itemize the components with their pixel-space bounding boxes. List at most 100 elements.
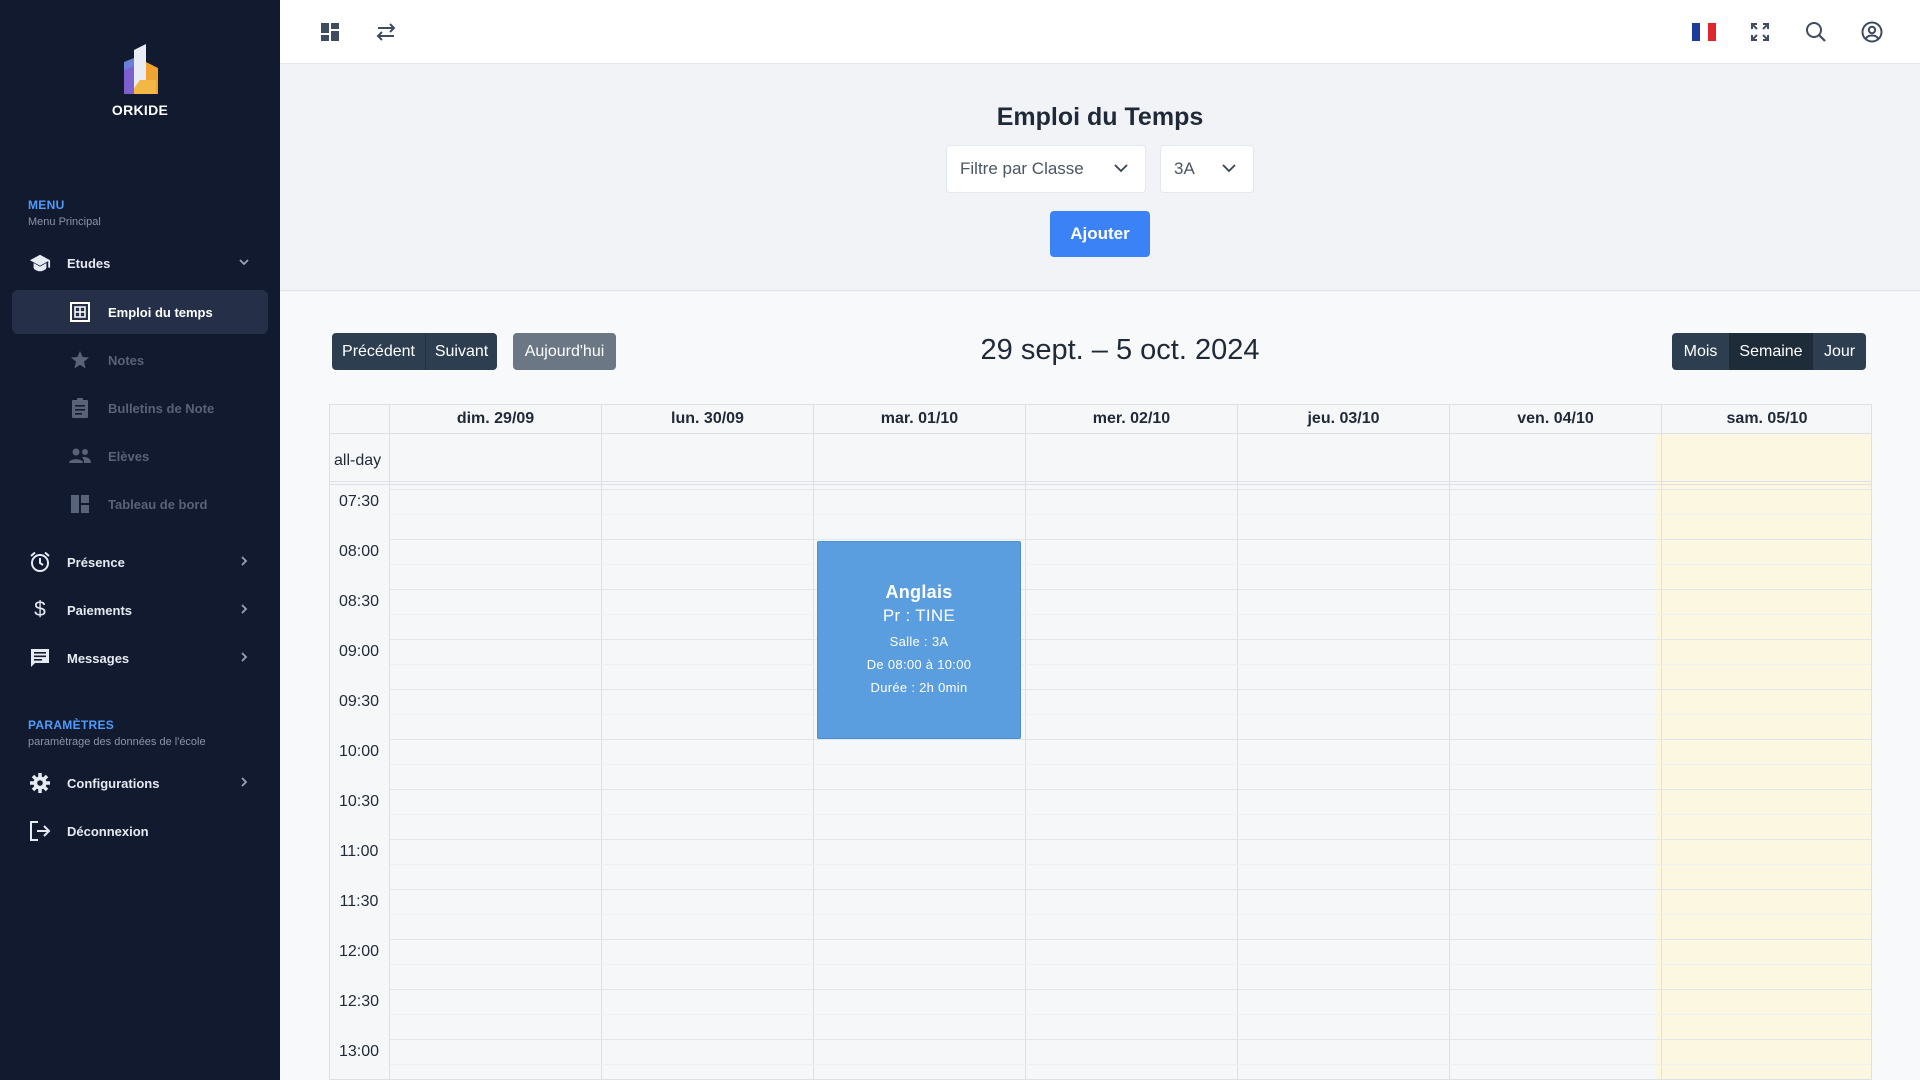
view-month-button[interactable]: Mois <box>1672 333 1729 370</box>
sidebar-item-messages[interactable]: Messages <box>12 636 268 680</box>
sidebar-subitem-tableau-de-bord[interactable]: Tableau de bord <box>12 482 268 526</box>
day-column-divider <box>1661 405 1662 1079</box>
day-header[interactable]: sam. 05/10 <box>1662 405 1871 434</box>
sidebar-item-label: Messages <box>67 650 130 666</box>
half-slot-line <box>390 814 1871 815</box>
slot-line <box>390 1039 1871 1040</box>
event-time-span: De 08:00 à 10:00 <box>866 657 972 672</box>
day-header[interactable]: ven. 04/10 <box>1450 405 1662 434</box>
sidebar-item-label: Etudes <box>67 255 111 271</box>
half-slot-line <box>390 614 1871 615</box>
event-block[interactable]: Anglais Pr : TINE Salle : 3A De 08:00 à 10:… <box>817 541 1021 739</box>
day-column-divider <box>601 405 602 1079</box>
all-day-row: all-day <box>330 434 1871 485</box>
day-header[interactable]: jeu. 03/10 <box>1238 405 1450 434</box>
add-button[interactable]: Ajouter <box>1050 211 1150 257</box>
search-icon[interactable] <box>1804 20 1828 44</box>
next-button[interactable]: Suivant <box>425 333 497 370</box>
slot-line <box>390 689 1871 690</box>
all-day-label: all-day <box>334 452 382 469</box>
day-header[interactable]: dim. 29/09 <box>390 405 602 434</box>
sidebar-subitem-notes[interactable]: Notes <box>12 338 268 382</box>
view-week-button[interactable]: Semaine <box>1729 333 1813 370</box>
sidebar-item-paiements[interactable]: $ Paiements <box>12 588 268 632</box>
class-filter-placeholder: Filtre par Classe <box>960 159 1084 178</box>
settings-section-subtitle: paramètrage des données de l'école <box>28 736 206 748</box>
day-column-divider <box>1025 405 1026 1079</box>
half-slot-line <box>390 864 1871 865</box>
clipboard-icon <box>68 396 92 420</box>
class-value-select[interactable]: 3A <box>1160 145 1254 193</box>
view-day-button[interactable]: Jour <box>1813 333 1866 370</box>
slot-line <box>390 889 1871 890</box>
class-value: 3A <box>1174 159 1195 178</box>
day-column-divider <box>1449 405 1450 1079</box>
sidebar-item-label: Présence <box>67 554 125 570</box>
half-slot-line <box>390 664 1871 665</box>
sidebar-subitem-bulletins[interactable]: Bulletins de Note <box>12 386 268 430</box>
chevron-down-icon <box>1113 160 1129 181</box>
logo[interactable]: ORKIDE <box>0 40 280 118</box>
previous-button[interactable]: Précédent <box>332 333 425 370</box>
graduation-cap-icon <box>28 251 52 275</box>
sidebar-item-presence[interactable]: Présence <box>12 540 268 584</box>
sidebar-subitem-label: Bulletins de Note <box>108 400 215 416</box>
day-header[interactable]: mer. 02/10 <box>1026 405 1238 434</box>
time-label: 09:30 <box>338 693 380 710</box>
menu-section-title: MENU <box>28 198 65 212</box>
sidebar-item-label: Déconnexion <box>67 823 149 839</box>
dashboard-icon[interactable] <box>318 20 342 44</box>
star-icon <box>68 348 92 372</box>
sidebar-item-deconnexion[interactable]: Déconnexion <box>12 809 268 853</box>
gear-icon <box>28 771 52 795</box>
event-duration: Durée : 2h 0min <box>870 680 968 695</box>
time-label: 07:30 <box>338 493 380 510</box>
day-column-divider <box>1237 405 1238 1079</box>
slot-line <box>390 539 1871 540</box>
slot-line <box>390 939 1871 940</box>
menu-section-subtitle: Menu Principal <box>28 216 101 228</box>
half-slot-line <box>390 1064 1871 1065</box>
sidebar-subitem-label: Elèves <box>108 448 150 464</box>
time-column-header <box>330 405 390 434</box>
day-header[interactable]: mar. 01/10 <box>814 405 1026 434</box>
sidebar-subitem-eleves[interactable]: Elèves <box>12 434 268 478</box>
chevron-down-icon <box>1221 160 1237 181</box>
slot-line <box>390 789 1871 790</box>
swap-icon[interactable] <box>374 20 398 44</box>
sidebar: ORKIDE MENU Menu Principal Etudes Emploi… <box>0 0 280 1080</box>
half-slot-line <box>390 514 1871 515</box>
chevron-right-icon <box>238 603 250 618</box>
slot-line <box>390 589 1871 590</box>
event-room: Salle : 3A <box>889 634 949 649</box>
event-title: Anglais <box>885 582 953 602</box>
day-column-divider <box>389 405 390 1079</box>
time-label: 09:00 <box>338 643 380 660</box>
logout-icon <box>28 819 52 843</box>
chevron-right-icon <box>238 651 250 666</box>
time-label: 13:00 <box>338 1043 380 1060</box>
user-account-icon[interactable] <box>1860 20 1884 44</box>
date-range-title: 29 sept. – 5 oct. 2024 <box>980 334 1260 366</box>
sidebar-item-etudes[interactable]: Etudes <box>12 241 268 285</box>
fullscreen-icon[interactable] <box>1748 20 1772 44</box>
time-label: 08:00 <box>338 543 380 560</box>
slot-line <box>390 989 1871 990</box>
event-teacher: Pr : TINE <box>882 606 956 625</box>
time-label: 12:00 <box>338 943 380 960</box>
half-slot-line <box>390 964 1871 965</box>
time-label: 08:30 <box>338 593 380 610</box>
slot-line <box>390 639 1871 640</box>
half-slot-line <box>390 914 1871 915</box>
sidebar-subitem-emploi-du-temps[interactable]: Emploi du temps <box>12 290 268 334</box>
sidebar-item-configurations[interactable]: Configurations <box>12 761 268 805</box>
logo-text: ORKIDE <box>111 102 169 118</box>
day-header[interactable]: lun. 30/09 <box>602 405 814 434</box>
class-filter-select[interactable]: Filtre par Classe <box>946 145 1146 193</box>
french-flag-icon[interactable] <box>1692 20 1716 44</box>
today-button[interactable]: Aujourd'hui <box>513 333 616 370</box>
sidebar-subitem-label: Emploi du temps <box>108 304 213 320</box>
settings-section-title: PARAMÈTRES <box>28 718 115 732</box>
sidebar-subitem-label: Tableau de bord <box>108 496 208 512</box>
time-label: 10:30 <box>338 793 380 810</box>
